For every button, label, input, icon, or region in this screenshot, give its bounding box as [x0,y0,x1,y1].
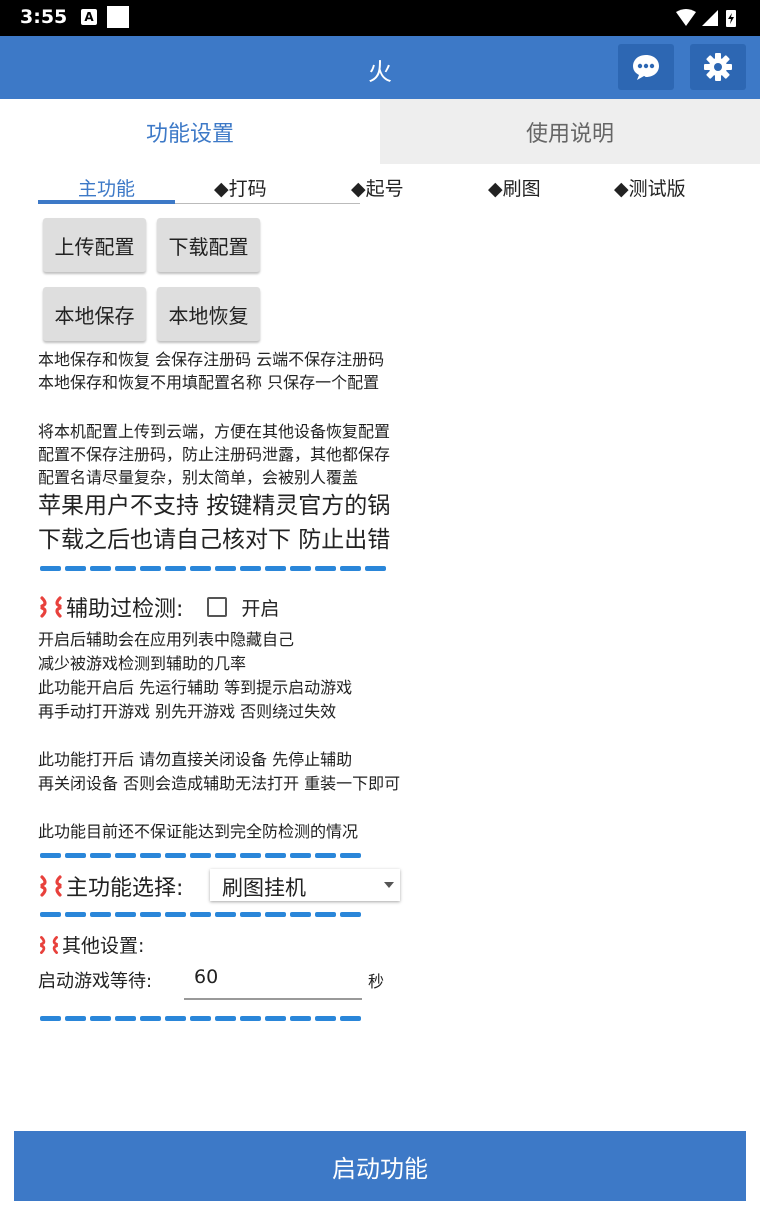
detection-text: 此功能目前还不保证能达到完全防检测的情况 [38,822,359,841]
subtab-beta[interactable]: ◆测试版 [614,174,686,201]
system-status-icons [676,9,736,27]
wait-field-wrap [184,962,364,1000]
info-text: 本地保存和恢复 会保存注册码 云端不保存注册码 [38,350,385,369]
anger-burst-icon [40,596,62,618]
anger-burst-icon [40,875,62,897]
detection-section: 辅助过检测: 开启 [38,591,279,623]
main-function-title: 主功能选择: [66,876,184,901]
wait-time-input[interactable] [184,962,364,992]
wait-label: 启动游戏等待: [38,971,153,992]
other-settings-title: 其他设置: [62,935,145,957]
info-text: 将本机配置上传到云端，方便在其他设备恢复配置 [38,422,391,441]
main-function-section: 主功能选择: [38,870,183,902]
wait-unit: 秒 [368,972,385,991]
info-text: 本地保存和恢复不用填配置名称 只保存一个配置 [38,373,380,392]
main-function-selected: 刷图挂机 [222,876,306,900]
subtab-account[interactable]: ◆起号 [351,174,404,201]
start-function-button[interactable]: 启动功能 [14,1131,746,1201]
main-tabs: 功能设置 使用说明 [0,99,760,164]
other-settings-section: 其他设置: [38,931,144,958]
chat-icon [633,55,659,80]
download-config-button[interactable]: 下载配置 [157,218,260,272]
status-time: 3:55 [20,6,68,28]
warning-text: 下载之后也请自己核对下 防止出错 [38,527,391,553]
gear-icon [704,53,732,81]
subtab-indicator [38,200,175,204]
subtab-main-function[interactable]: 主功能 [78,174,135,201]
dashed-divider [40,566,386,571]
subtab-farming[interactable]: ◆刷图 [488,174,541,201]
dashed-divider [40,853,361,858]
signal-icon [702,10,718,26]
subtab-captcha[interactable]: ◆打码 [214,174,267,201]
subtab-divider [175,203,360,204]
settings-button[interactable] [690,44,746,90]
detection-text: 此功能开启后 先运行辅助 等到提示启动游戏 [38,678,353,697]
info-text: 配置不保存注册码，防止注册码泄露，其他都保存 [38,445,391,464]
detection-title: 辅助过检测: [66,597,184,622]
chevron-down-icon [384,882,394,888]
status-bar: 3:55 A [0,0,760,36]
local-restore-button[interactable]: 本地恢复 [157,287,260,341]
app-bar: 火 [0,36,760,99]
wifi-icon [676,9,696,26]
upload-config-button[interactable]: 上传配置 [43,218,146,272]
notification-square-icon [107,6,129,28]
info-text: 配置名请尽量复杂，别太简单，会被别人覆盖 [38,468,359,487]
chat-button[interactable] [618,44,674,90]
detection-text: 此功能打开后 请勿直接关闭设备 先停止辅助 [38,750,353,769]
detection-text: 减少被游戏检测到辅助的几率 [38,654,247,673]
detection-checkbox-label[interactable]: 开启 [241,594,279,621]
detection-text: 再手动打开游戏 别先开游戏 否则绕过失效 [38,702,337,721]
detection-text: 再关闭设备 否则会造成辅助无法打开 重装一下即可 [38,774,401,793]
detection-checkbox[interactable] [207,597,228,617]
dashed-divider [40,1016,361,1021]
local-save-button[interactable]: 本地保存 [43,287,146,341]
tab-function-settings[interactable]: 功能设置 [0,99,380,164]
notification-icon: A [81,9,97,25]
dashed-divider [40,912,361,917]
anger-burst-icon [40,935,58,954]
warning-text: 苹果用户不支持 按键精灵官方的锅 [38,493,391,519]
main-function-select[interactable]: 刷图挂机 [210,869,400,901]
sub-tabs: 主功能 ◆打码 ◆起号 ◆刷图 ◆测试版 [0,168,760,208]
tab-instructions[interactable]: 使用说明 [380,99,760,164]
detection-text: 开启后辅助会在应用列表中隐藏自己 [38,630,295,649]
